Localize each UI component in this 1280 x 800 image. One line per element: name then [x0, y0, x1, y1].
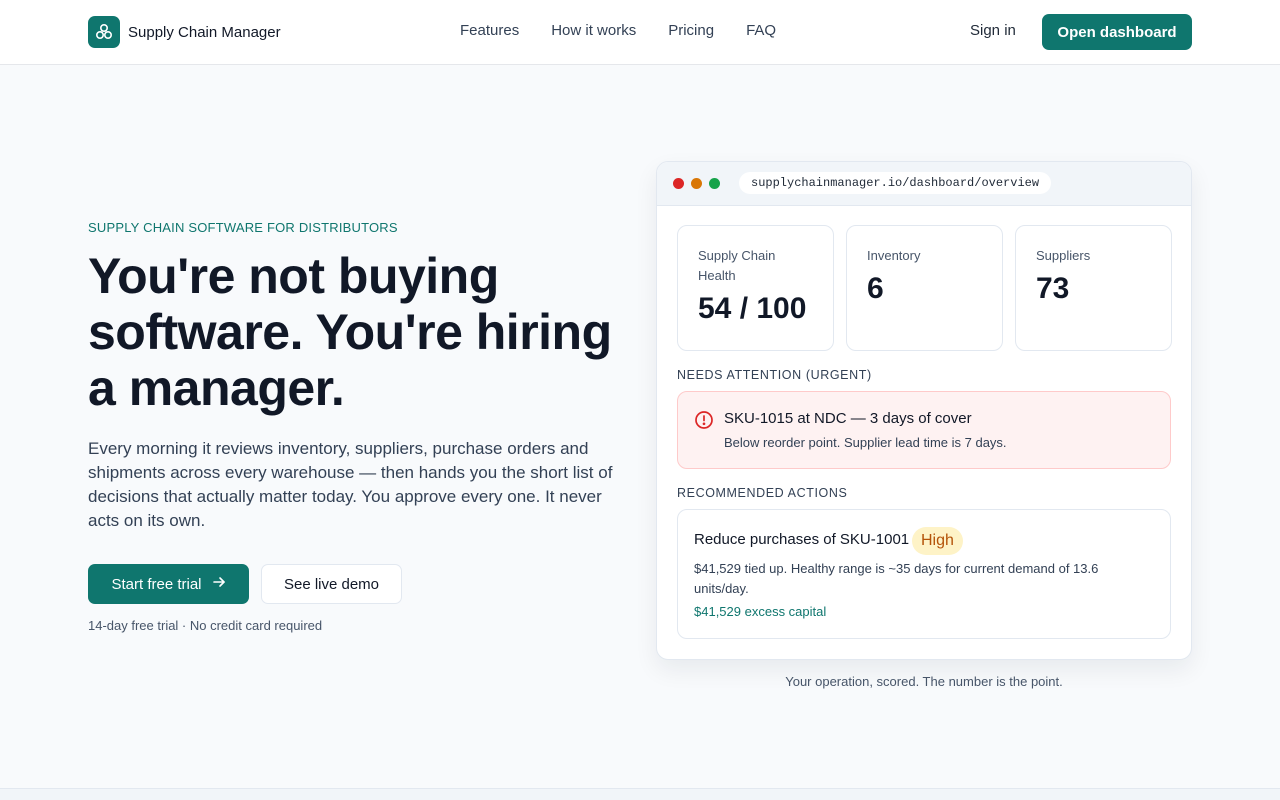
alert-description: Below reorder point. Supplier lead time …: [724, 435, 1007, 450]
stat-card-inventory: Inventory 6: [846, 225, 1003, 351]
arrow-right-icon: [212, 575, 226, 593]
window-minimize-dot: [691, 178, 702, 189]
brand-logo-icon: [88, 16, 120, 48]
brand-name: Supply Chain Manager: [128, 23, 281, 41]
browser-bar: supplychainmanager.io/dashboard/overview: [657, 162, 1191, 206]
see-live-demo-button[interactable]: See live demo: [261, 564, 402, 604]
stat-cards: Supply Chain Health 54 / 100 Inventory 6…: [677, 225, 1172, 351]
recommended-action-card[interactable]: Reduce purchases of SKU-1001 High $41,52…: [677, 509, 1171, 639]
sign-in-link[interactable]: Sign in: [970, 22, 1016, 39]
urgent-section-label: NEEDS ATTENTION (URGENT): [677, 368, 872, 382]
start-free-trial-label: Start free trial: [111, 575, 202, 593]
window-maximize-dot: [709, 178, 720, 189]
address-bar: supplychainmanager.io/dashboard/overview: [739, 172, 1052, 194]
stat-label: Supply Chain Health: [698, 248, 776, 283]
dashboard-preview: supplychainmanager.io/dashboard/overview…: [656, 161, 1192, 660]
start-free-trial-button[interactable]: Start free trial: [88, 564, 249, 604]
hero-headline: You're not buying software. You're hirin…: [88, 248, 612, 416]
stat-label: Inventory: [867, 248, 921, 263]
open-dashboard-button[interactable]: Open dashboard: [1042, 14, 1192, 50]
next-section-edge: [0, 788, 1280, 800]
stat-card-health: Supply Chain Health 54 / 100: [677, 225, 834, 351]
hero-description: Every morning it reviews inventory, supp…: [88, 439, 613, 530]
top-navigation-bar: Supply Chain Manager Features How it wor…: [0, 0, 1280, 65]
stat-value: 54 / 100: [698, 292, 807, 325]
stat-card-suppliers: Suppliers 73: [1015, 225, 1172, 351]
nav-how-it-works[interactable]: How it works: [551, 22, 636, 39]
alert-circle-icon: [694, 410, 714, 430]
actions-section-label: RECOMMENDED ACTIONS: [677, 486, 848, 500]
trial-fineprint: 14-day free trial · No credit card requi…: [88, 618, 323, 633]
dashboard-caption: Your operation, scored. The number is th…: [785, 674, 1063, 689]
priority-badge: High: [912, 527, 963, 555]
stat-value: 6: [867, 272, 884, 305]
alert-title: SKU-1015 at NDC — 3 days of cover: [724, 410, 972, 427]
urgent-alert-card: SKU-1015 at NDC — 3 days of cover Below …: [677, 391, 1171, 469]
cta-row: Start free trial See live demo: [88, 564, 402, 604]
nav-features[interactable]: Features: [460, 22, 519, 39]
stat-label: Suppliers: [1036, 248, 1091, 263]
action-title: Reduce purchases of SKU-1001: [694, 531, 910, 548]
action-impact: $41,529 excess capital: [694, 604, 827, 619]
action-description: $41,529 tied up. Healthy range is ~35 da…: [694, 561, 1099, 596]
main-nav: Features How it works Pricing FAQ: [460, 22, 776, 39]
nav-faq[interactable]: FAQ: [746, 22, 776, 39]
nav-pricing[interactable]: Pricing: [668, 22, 714, 39]
brand[interactable]: Supply Chain Manager: [88, 16, 281, 48]
hero-eyebrow: SUPPLY CHAIN SOFTWARE FOR DISTRIBUTORS: [88, 220, 398, 235]
stat-value: 73: [1036, 272, 1070, 305]
window-close-dot: [673, 178, 684, 189]
